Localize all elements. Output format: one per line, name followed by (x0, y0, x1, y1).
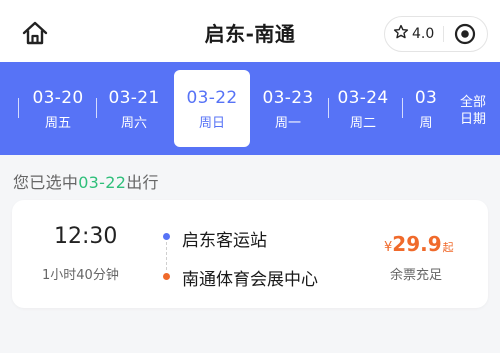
star-outline-icon (393, 24, 409, 44)
date-label: 03-24 (337, 88, 389, 108)
capsule-divider (443, 26, 444, 42)
price-amount: 29.9 (392, 232, 442, 256)
origin-station: 启东客运站 (182, 231, 267, 251)
weekday-label: 周一 (274, 116, 301, 131)
weekday-label: 周日 (198, 116, 225, 131)
departure-time: 12:30 (54, 224, 118, 249)
date-label: 03 (414, 88, 438, 108)
date-tab-3-selected[interactable]: 03-22 周日 (174, 70, 250, 147)
date-divider (402, 98, 403, 118)
date-divider (96, 98, 97, 118)
weekday-label: 周 (419, 116, 433, 131)
selected-date: 03-22 (78, 173, 127, 192)
weekday-label: 周二 (349, 116, 376, 131)
rating-value: 4.0 (412, 26, 435, 42)
origin-dot-icon (163, 233, 170, 240)
date-tab-6-partial[interactable]: 03 周 (406, 70, 446, 147)
destination-dot-icon (163, 273, 170, 280)
date-label: 03-23 (262, 88, 314, 108)
date-divider (328, 98, 329, 118)
menu-capsule: 4.0 (384, 16, 488, 52)
date-tab-5[interactable]: 03-24 周二 (330, 70, 396, 147)
all-dates-button[interactable]: 全部 日期 (446, 82, 500, 140)
ticket-availability: 余票充足 (390, 268, 443, 283)
weekday-label: 周六 (120, 116, 147, 131)
selected-suffix: 出行 (126, 173, 159, 192)
date-tab-1[interactable]: 03-20 周五 (22, 70, 94, 147)
selected-prefix: 您已选中 (13, 173, 79, 192)
route-line (166, 242, 167, 270)
date-selector: 03-20 周五 03-21 周六 03-22 周日 03-23 周一 03-2… (0, 62, 500, 155)
selected-date-info: 您已选中03-22出行 (13, 169, 159, 193)
date-label: 03-21 (108, 88, 160, 108)
trip-duration: 1小时40分钟 (42, 268, 119, 283)
trip-card[interactable]: 12:30 1小时40分钟 启东客运站 南通体育会展中心 ¥29.9起 余票充足 (12, 200, 488, 308)
destination-station: 南通体育会展中心 (182, 270, 318, 290)
price-suffix: 起 (442, 241, 454, 254)
price: ¥29.9起 (384, 232, 454, 256)
date-label: 03-20 (32, 88, 84, 108)
date-divider (18, 98, 19, 118)
rating-button[interactable]: 4.0 (393, 17, 434, 51)
weekday-label: 周五 (44, 116, 71, 131)
target-circle-icon[interactable] (453, 22, 477, 46)
date-tab-2[interactable]: 03-21 周六 (98, 70, 170, 147)
date-tab-4[interactable]: 03-23 周一 (252, 70, 324, 147)
all-dates-label-line2: 日期 (459, 112, 486, 127)
all-dates-label-line1: 全部 (459, 95, 486, 110)
date-label: 03-22 (186, 88, 238, 108)
top-bar: 启东-南通 4.0 (0, 0, 500, 62)
